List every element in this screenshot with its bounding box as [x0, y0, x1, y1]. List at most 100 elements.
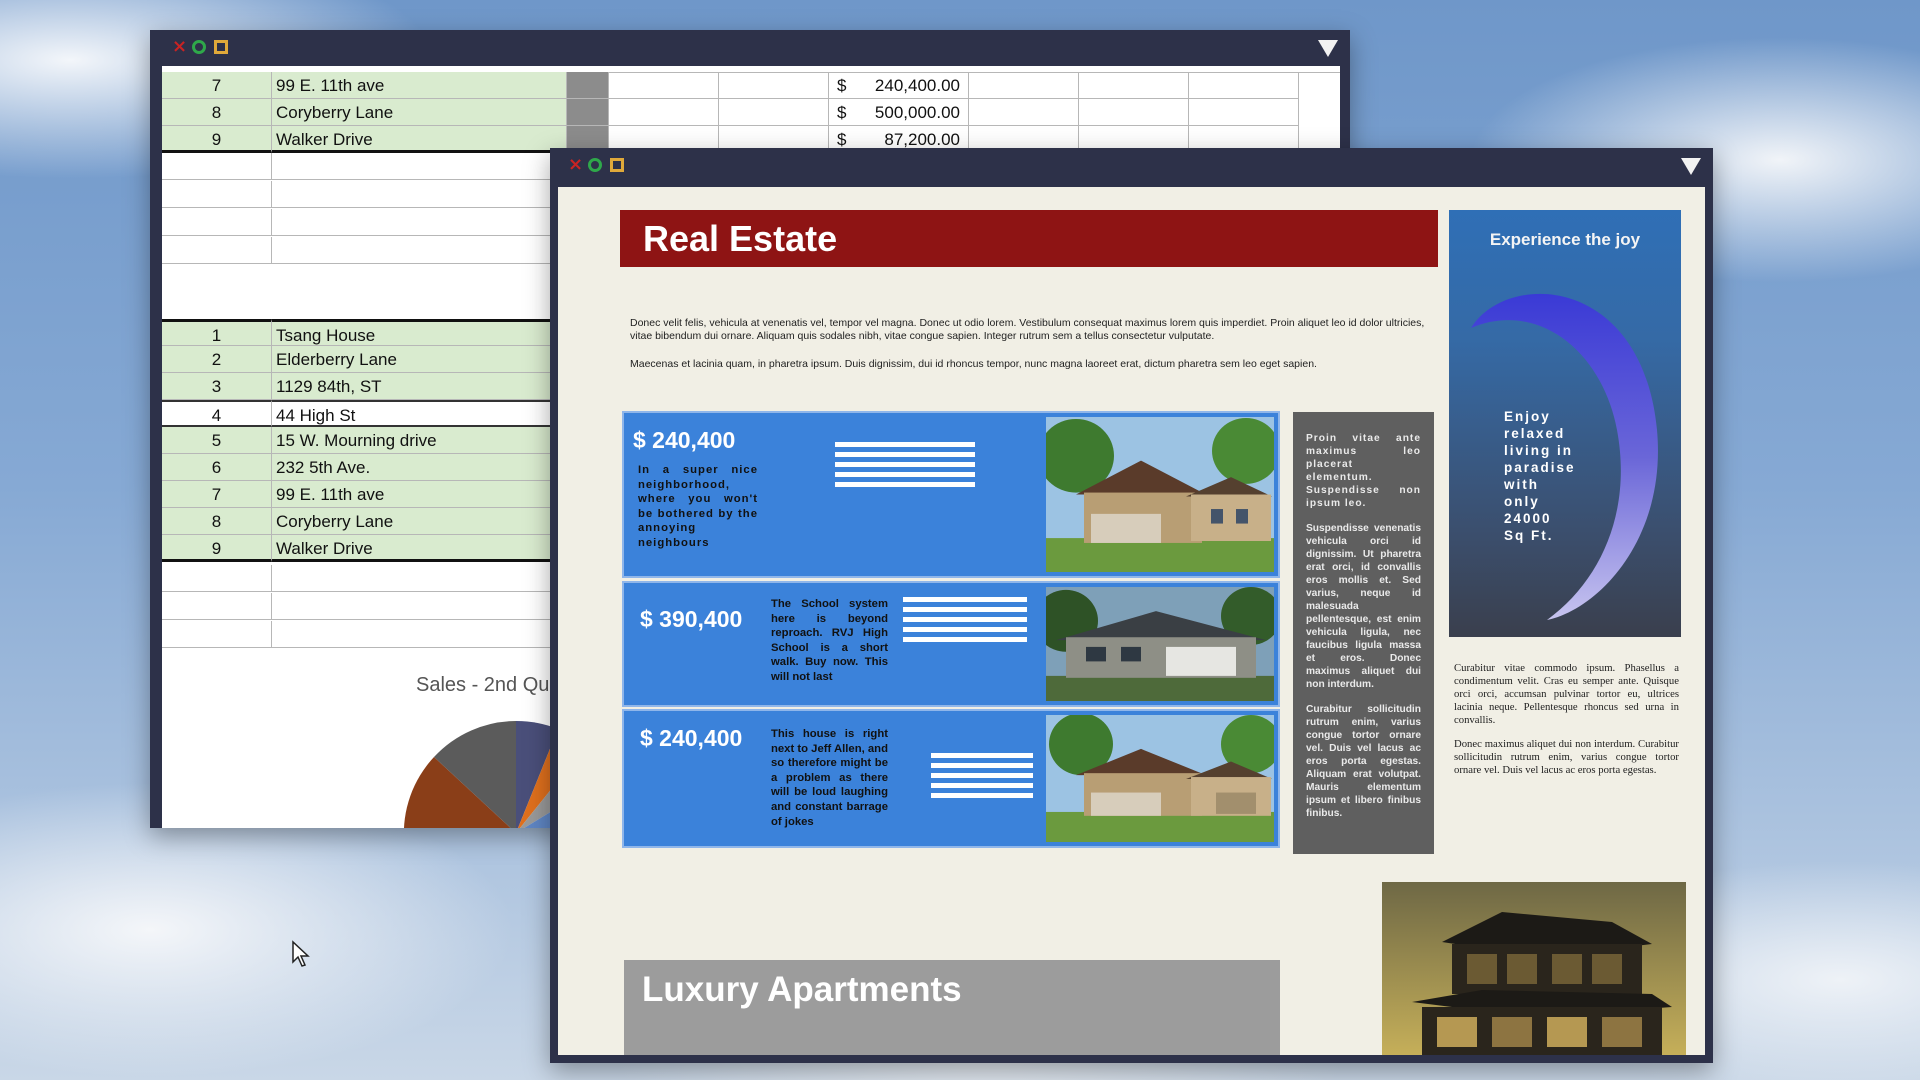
side-paragraph: Curabitur sollicitudin rutrum enim, vari…: [1306, 704, 1421, 819]
listing-decor-lines: [903, 597, 1027, 647]
maximize-icon[interactable]: [610, 158, 624, 172]
amount-cell[interactable]: $500,000.00: [829, 99, 969, 126]
serif-paragraph-1: Curabitur vitae commodo ipsum. Phasellus…: [1454, 662, 1679, 726]
side-paragraph: Proin vitae ante maximus leo placerat el…: [1306, 433, 1421, 509]
sheet-data-row[interactable]: 7 99 E. 11th ave $240,400.00: [162, 72, 1340, 99]
sheet-cell[interactable]: [162, 181, 272, 208]
sheet-cell[interactable]: [969, 72, 1079, 99]
sheet-cell[interactable]: [272, 153, 567, 180]
listing-decor-lines: [835, 442, 975, 492]
address-cell[interactable]: Walker Drive: [272, 126, 567, 153]
sheet-cell[interactable]: [272, 565, 567, 592]
sheet-cell[interactable]: [162, 593, 272, 620]
sheet-cell[interactable]: [272, 237, 567, 264]
promo-panel: Experience the joy Enjoy relaxed living …: [1449, 210, 1681, 637]
address-cell[interactable]: Tsang House: [272, 319, 567, 346]
spreadsheet-titlebar: ×: [150, 30, 1350, 66]
sheet-data-row[interactable]: 8 Coryberry Lane $500,000.00: [162, 99, 1340, 126]
promo-title: Experience the joy: [1489, 230, 1641, 249]
listing-price: $ 390,400: [640, 606, 743, 632]
chart-title: Sales - 2nd Qua: [416, 674, 561, 696]
amount-cell[interactable]: $240,400.00: [829, 72, 969, 99]
address-cell[interactable]: Coryberry Lane: [272, 99, 567, 126]
dropdown-triangle-icon[interactable]: [1681, 158, 1701, 175]
sheet-cell[interactable]: [609, 72, 719, 99]
row-number-cell[interactable]: 1: [162, 319, 272, 346]
sheet-cell[interactable]: [272, 621, 567, 648]
row-number-cell[interactable]: 5: [162, 427, 272, 454]
currency-symbol: $: [837, 76, 847, 95]
minimize-icon[interactable]: [192, 40, 206, 54]
pie-chart: [403, 720, 592, 828]
dropdown-triangle-icon[interactable]: [1318, 40, 1338, 57]
listing-description: This house is right next to Jeff Allen, …: [771, 728, 888, 828]
side-paragraph: Suspendisse venenatis vehicula orci id d…: [1306, 523, 1421, 690]
sheet-cell[interactable]: [162, 153, 272, 180]
listing-decor-lines: [931, 753, 1033, 803]
listing-2[interactable]: $ 390,400 The School system here is beyo…: [622, 581, 1280, 707]
address-cell[interactable]: 99 E. 11th ave: [272, 481, 567, 508]
row-number-cell[interactable]: 2: [162, 346, 272, 373]
row-number-cell[interactable]: 4: [162, 400, 272, 427]
house-photo: [1046, 417, 1274, 572]
row-number-cell[interactable]: 8: [162, 99, 272, 126]
apartment-photo: [1382, 882, 1686, 1055]
mouse-pointer-icon: [292, 940, 310, 967]
luxury-apartments-banner: Luxury Apartments: [624, 960, 1280, 1055]
listing-1[interactable]: $ 240,400 In a super nice neighborhood, …: [622, 411, 1280, 578]
address-cell[interactable]: 44 High St: [272, 400, 567, 427]
sheet-cell[interactable]: [162, 209, 272, 236]
close-icon[interactable]: ×: [568, 156, 583, 174]
intro-paragraph-2: Maecenas et lacinia quam, in pharetra ip…: [630, 358, 1317, 370]
real-estate-header: Real Estate: [620, 210, 1438, 267]
sheet-cell[interactable]: [162, 565, 272, 592]
address-cell[interactable]: Coryberry Lane: [272, 508, 567, 535]
sheet-cell[interactable]: [1079, 72, 1189, 99]
address-cell[interactable]: 15 W. Mourning drive: [272, 427, 567, 454]
sheet-cell[interactable]: [719, 99, 829, 126]
address-cell[interactable]: Elderberry Lane: [272, 346, 567, 373]
intro-paragraph-1: Donec velit felis, vehicula at venenatis…: [630, 317, 1425, 342]
serif-paragraph-2: Donec maximus aliquet dui non interdum. …: [1454, 738, 1679, 776]
sheet-cell[interactable]: [1189, 72, 1299, 99]
luxury-apartments-title: Luxury Apartments: [642, 970, 962, 1009]
sheet-cell[interactable]: [567, 99, 609, 126]
brochure-titlebar: ×: [550, 148, 1713, 184]
sheet-cell[interactable]: [719, 72, 829, 99]
address-cell[interactable]: 232 5th Ave.: [272, 454, 567, 481]
sheet-cell[interactable]: [272, 593, 567, 620]
sheet-cell[interactable]: [272, 181, 567, 208]
side-text-column: Proin vitae ante maximus leo placerat el…: [1293, 412, 1434, 854]
row-number-cell[interactable]: 9: [162, 535, 272, 562]
address-cell[interactable]: Walker Drive: [272, 535, 567, 562]
sheet-cell[interactable]: [272, 209, 567, 236]
row-number-cell[interactable]: 3: [162, 373, 272, 400]
row-number-cell[interactable]: 6: [162, 454, 272, 481]
sheet-cell[interactable]: [609, 99, 719, 126]
promo-text: Enjoy relaxed living in paradise with on…: [1504, 409, 1576, 543]
minimize-icon[interactable]: [588, 158, 602, 172]
row-number-cell[interactable]: 8: [162, 508, 272, 535]
listing-3[interactable]: $ 240,400 This house is right next to Je…: [622, 709, 1280, 848]
sheet-cell[interactable]: [162, 621, 272, 648]
row-number-cell[interactable]: 7: [162, 72, 272, 99]
amount-value: 500,000.00: [874, 103, 960, 122]
address-cell[interactable]: 1129 84th, ST: [272, 373, 567, 400]
sheet-cell[interactable]: [1189, 99, 1299, 126]
sheet-cell[interactable]: [1079, 99, 1189, 126]
sheet-cell[interactable]: [567, 72, 609, 99]
maximize-icon[interactable]: [214, 40, 228, 54]
listing-price: $ 240,400: [633, 427, 736, 453]
amount-value: 240,400.00: [874, 76, 960, 95]
sheet-cell[interactable]: [969, 99, 1079, 126]
row-number-cell[interactable]: 7: [162, 481, 272, 508]
listing-description: The School system here is beyond reproac…: [771, 598, 888, 683]
listing-description: In a super nice neighborhood, where you …: [638, 464, 758, 549]
house-photo: [1046, 587, 1274, 701]
close-icon[interactable]: ×: [172, 38, 187, 56]
brochure-window: × Real Estate Donec velit felis, vehicul…: [550, 148, 1713, 1063]
sheet-cell[interactable]: [162, 237, 272, 264]
row-number-cell[interactable]: 9: [162, 126, 272, 153]
header-title: Real Estate: [643, 218, 838, 259]
address-cell[interactable]: 99 E. 11th ave: [272, 72, 567, 99]
